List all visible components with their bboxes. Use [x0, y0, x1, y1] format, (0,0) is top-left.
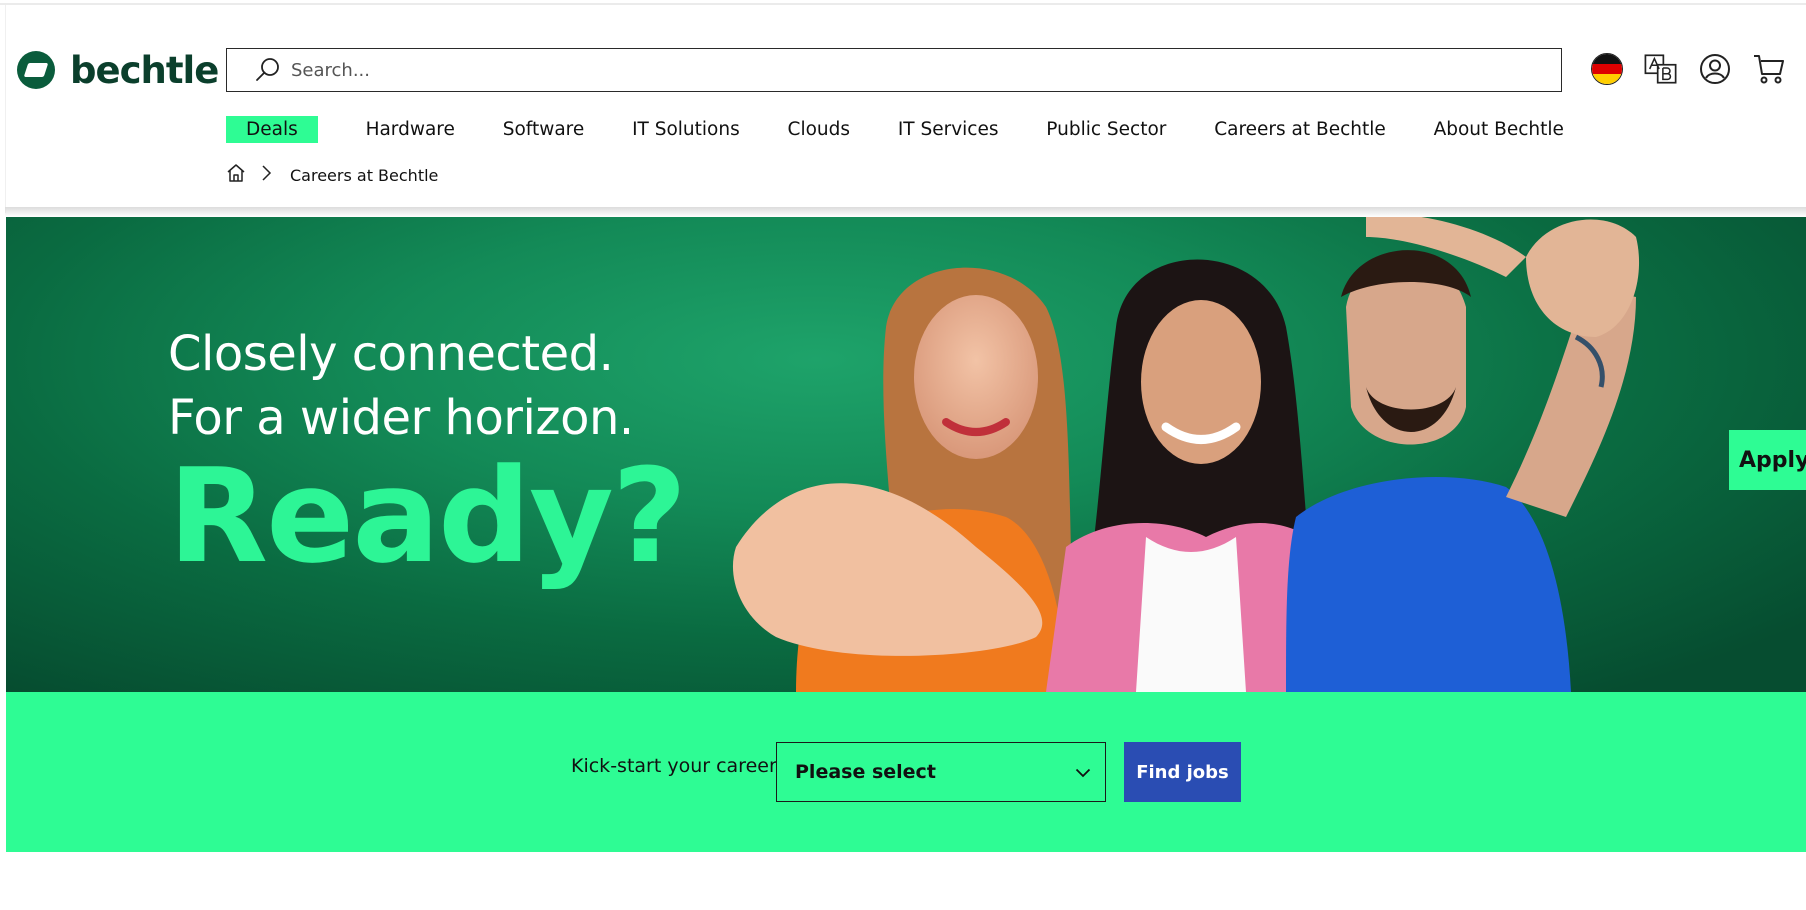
header-actions	[1590, 52, 1786, 86]
germany-flag-icon[interactable]	[1590, 52, 1624, 86]
breadcrumb-current[interactable]: Careers at Bechtle	[290, 166, 438, 185]
career-label: Kick-start your career	[571, 755, 777, 777]
left-border	[5, 5, 6, 213]
nav-item-about[interactable]: About Bechtle	[1434, 115, 1564, 144]
language-icon[interactable]	[1644, 52, 1678, 86]
career-select[interactable]: Please select	[776, 742, 1106, 802]
breadcrumb: Careers at Bechtle	[226, 163, 438, 187]
header-shadow	[5, 207, 1806, 217]
nav-item-software[interactable]: Software	[503, 115, 585, 144]
chevron-down-icon	[1075, 763, 1091, 782]
nav-item-clouds[interactable]: Clouds	[788, 115, 850, 144]
career-select-value: Please select	[795, 761, 936, 783]
home-icon[interactable]	[226, 163, 246, 187]
nav-item-careers[interactable]: Careers at Bechtle	[1214, 115, 1386, 144]
search-icon[interactable]	[253, 56, 281, 84]
hero-line-1: Closely connected.	[168, 326, 614, 382]
nav-item-it-services[interactable]: IT Services	[898, 115, 999, 144]
account-icon[interactable]	[1698, 52, 1732, 86]
apply-tab[interactable]: Apply	[1729, 430, 1806, 490]
logo-text: bechtle	[70, 48, 219, 92]
search-bar[interactable]	[226, 48, 1562, 92]
find-jobs-button[interactable]: Find jobs	[1124, 742, 1241, 802]
hero-text-block: Closely connected. For a wider horizon. …	[168, 322, 687, 592]
career-search-bar: Kick-start your career Please select Fin…	[6, 692, 1806, 852]
hero-headline: Ready?	[168, 440, 687, 592]
logo-mark-icon	[17, 51, 55, 89]
top-border	[0, 3, 1806, 5]
main-nav: Deals Hardware Software IT Solutions Clo…	[226, 113, 1564, 145]
cart-icon[interactable]	[1752, 52, 1786, 86]
nav-item-hardware[interactable]: Hardware	[366, 115, 455, 144]
nav-item-public-sector[interactable]: Public Sector	[1046, 115, 1166, 144]
hero-people-image	[732, 217, 1640, 692]
nav-item-it-solutions[interactable]: IT Solutions	[632, 115, 740, 144]
search-input[interactable]	[289, 58, 1561, 82]
nav-item-deals[interactable]: Deals	[226, 115, 318, 143]
bechtle-logo[interactable]: bechtle	[17, 48, 219, 92]
hero-banner: Closely connected. For a wider horizon. …	[6, 217, 1806, 692]
chevron-right-icon	[260, 164, 272, 186]
